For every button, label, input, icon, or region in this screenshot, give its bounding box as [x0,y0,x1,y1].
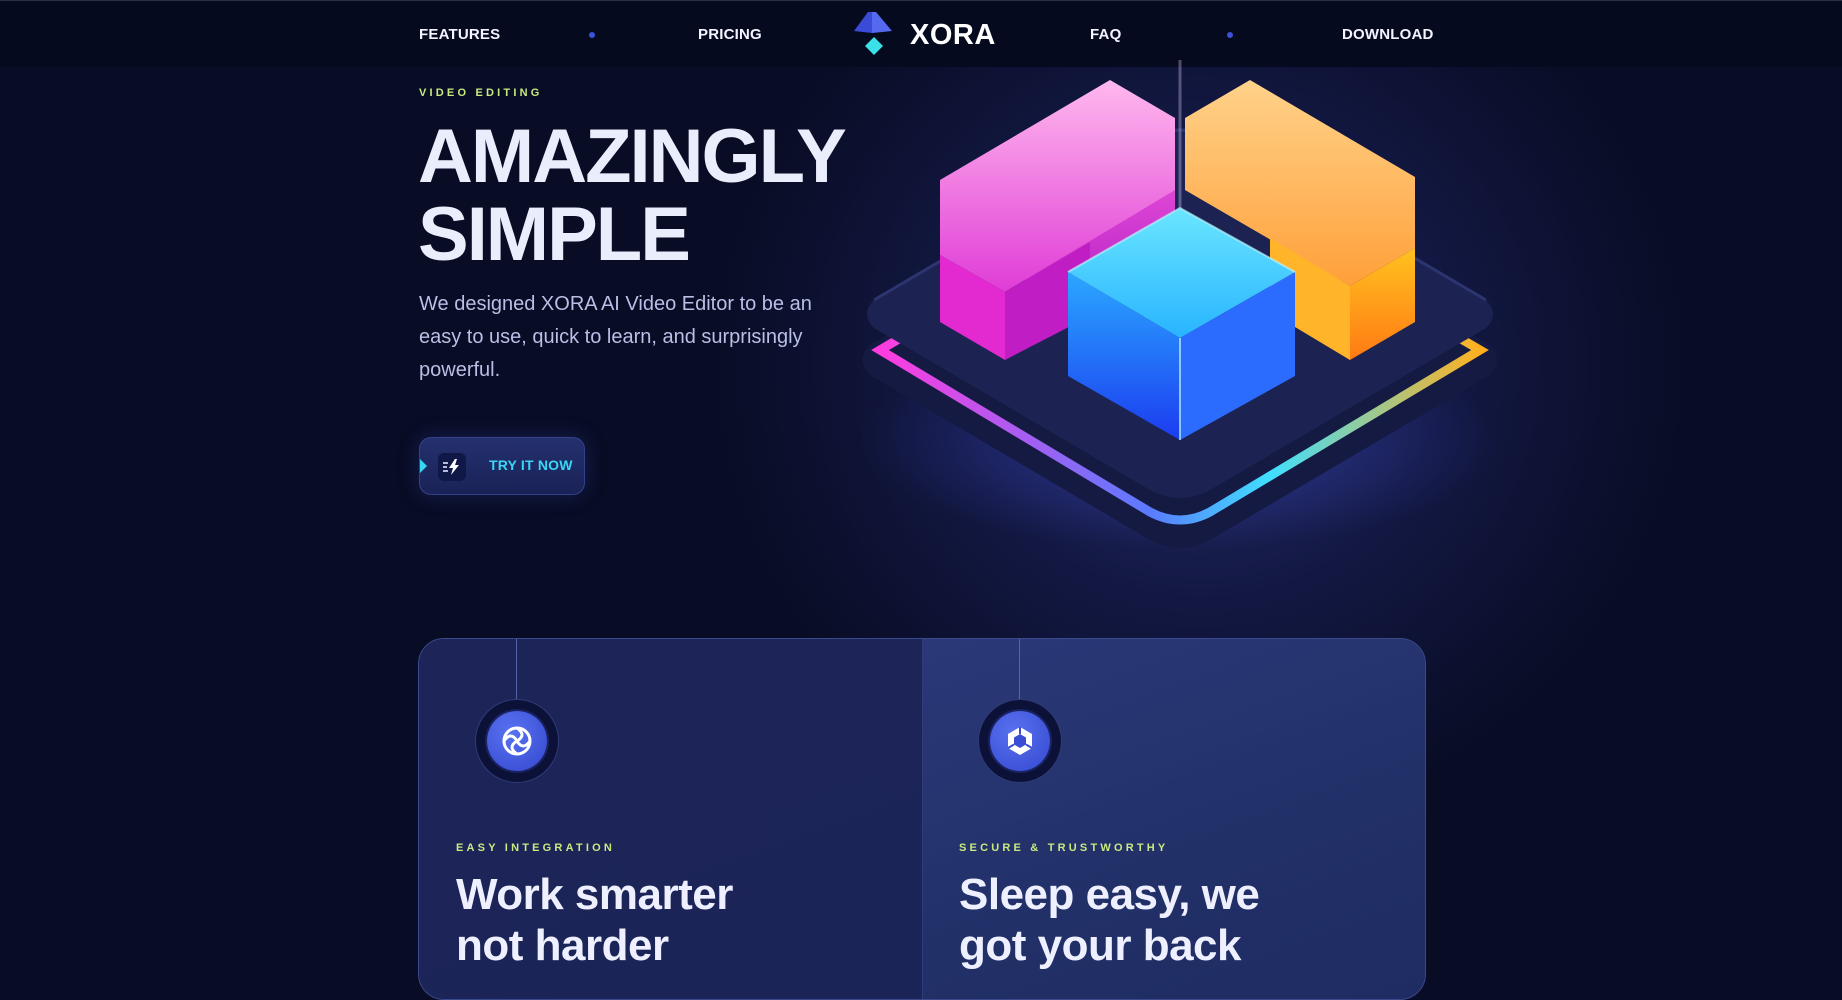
lightning-icon [438,453,466,481]
try-it-now-button[interactable]: TRY IT NOW [419,437,585,495]
nav-link-faq[interactable]: FAQ [1090,26,1121,43]
nav-link-download[interactable]: DOWNLOAD [1342,26,1434,43]
hero-description: We designed XORA AI Video Editor to be a… [419,293,812,381]
card-title-line-1: Sleep easy, we [959,870,1260,919]
hero-title-line-1: AMAZINGLY [418,114,847,199]
logo-text: XORA [910,19,996,51]
nav-separator-dot [589,32,595,38]
card-eyebrow: EASY INTEGRATION [456,842,615,854]
feature-cards: EASY INTEGRATION Work smarter not harder… [418,638,1426,1000]
card-title-line-2: got your back [959,921,1242,970]
card-icon-ring [978,699,1062,783]
nav-link-features[interactable]: FEATURES [419,26,500,43]
card-icon-ring [475,699,559,783]
top-navigation: FEATURES PRICING XORA FAQ DOWNLOAD [0,0,1842,67]
card-title-line-1: Work smarter [456,870,733,919]
card-connector-line [1019,639,1020,705]
card-title: Work smarter not harder [456,869,876,971]
feature-card-easy-integration: EASY INTEGRATION Work smarter not harder [419,639,922,999]
logo-icon [854,12,892,55]
logo[interactable]: XORA [848,9,1008,59]
card-connector-line [516,639,517,705]
nav-separator-dot [1227,32,1233,38]
hero-cube-illustration [860,60,1500,550]
nav-link-pricing[interactable]: PRICING [698,26,762,43]
feature-card-secure: SECURE & TRUSTWORTHY Sleep easy, we got … [922,639,1425,999]
card-eyebrow: SECURE & TRUSTWORTHY [959,842,1169,854]
hero-eyebrow: VIDEO EDITING [419,87,543,99]
card-title: Sleep easy, we got your back [959,869,1379,971]
try-it-now-label: TRY IT NOW [489,457,573,473]
card-title-line-2: not harder [456,921,669,970]
swirl-icon [487,711,547,771]
shield-hexagon-icon [990,711,1050,771]
button-notch [420,459,427,473]
hero-title-line-2: SIMPLE [418,192,691,277]
